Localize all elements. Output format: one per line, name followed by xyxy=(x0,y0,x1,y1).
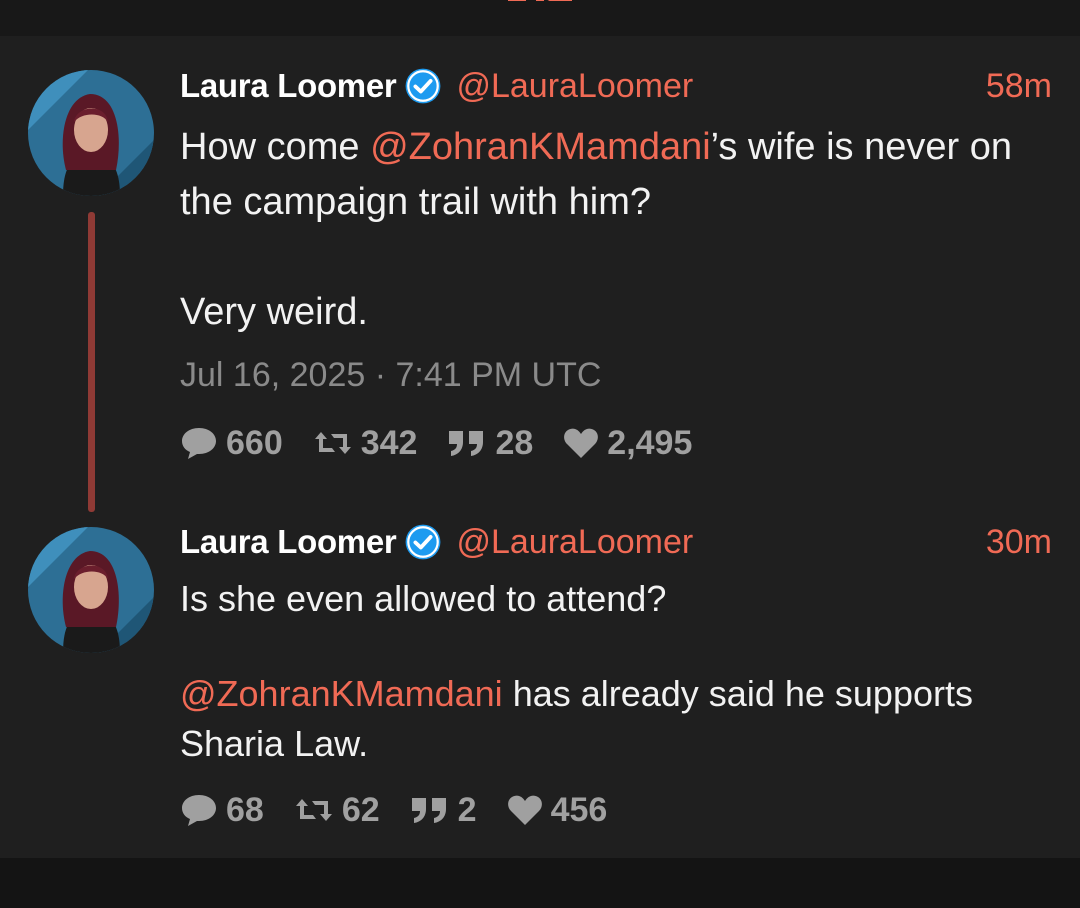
tweet-text: How come @ZohranKMamdani’s wife is never… xyxy=(180,120,1060,340)
quote-stat[interactable]: 28 xyxy=(447,424,533,463)
retweet-stat[interactable]: 62 xyxy=(294,791,380,830)
verified-badge-icon xyxy=(406,524,441,560)
heart-icon xyxy=(507,795,542,825)
author-handle[interactable]: @LauraLoomer xyxy=(456,523,693,562)
tweet-header: Laura Loomer @LauraLoomer 58m xyxy=(180,66,1052,106)
tweet-paragraph: Is she even allowed to attend? xyxy=(180,578,667,619)
verified-badge-icon xyxy=(406,68,441,104)
tweet-paragraph: @ZohranKMamdani has already said he supp… xyxy=(180,669,1060,769)
like-count: 2,495 xyxy=(607,423,693,462)
like-count: 456 xyxy=(550,790,608,829)
retweet-stat[interactable]: 342 xyxy=(313,423,418,463)
tweet-paragraph: Very weird. xyxy=(180,291,368,333)
quote-count: 2 xyxy=(457,790,477,829)
tweet-text-segment: How come xyxy=(180,126,371,168)
quote-icon xyxy=(411,798,446,823)
retweet-count: 342 xyxy=(360,423,418,462)
retweet-icon xyxy=(295,799,332,821)
tweet-header: Laura Loomer @LauraLoomer 30m xyxy=(180,522,1052,562)
author-handle[interactable]: @LauraLoomer xyxy=(456,67,693,106)
tweet-paragraph: How come @ZohranKMamdani’s wife is never… xyxy=(180,120,1060,230)
tweet-text: Is she even allowed to attend? @ZohranKM… xyxy=(180,574,1060,769)
reply-count: 660 xyxy=(226,423,283,462)
comment-icon xyxy=(182,428,216,459)
tweet-age[interactable]: 30m xyxy=(986,523,1052,562)
author-name[interactable]: Laura Loomer xyxy=(180,523,397,561)
retweet-icon xyxy=(314,432,351,454)
like-stat[interactable]: 2,495 xyxy=(563,424,692,463)
top-nav-bar xyxy=(0,0,1080,36)
reply-stat[interactable]: 68 xyxy=(180,791,264,830)
quote-count: 28 xyxy=(495,423,534,462)
like-stat[interactable]: 456 xyxy=(507,790,608,830)
tweet-age[interactable]: 58m xyxy=(986,67,1052,106)
reply-count: 68 xyxy=(226,790,264,829)
reply-stat[interactable]: 660 xyxy=(180,424,283,463)
tweet-stats: 68 62 2 456 xyxy=(180,790,637,830)
retweet-count: 62 xyxy=(341,790,380,829)
avatar[interactable] xyxy=(28,527,154,653)
tweet-stats: 660 342 28 2,495 xyxy=(180,423,722,463)
tweet-date[interactable]: Jul 16, 2025 · 7:41 PM UTC xyxy=(180,356,601,395)
quote-icon xyxy=(449,431,484,456)
author-name[interactable]: Laura Loomer xyxy=(180,67,397,105)
quote-stat[interactable]: 2 xyxy=(410,791,477,830)
thread-connector xyxy=(88,212,95,512)
bottom-bar xyxy=(0,858,1080,908)
avatar[interactable] xyxy=(28,70,154,196)
mention-link[interactable]: @ZohranKMamdani xyxy=(370,126,711,168)
mention-link[interactable]: @ZohranKMamdani xyxy=(180,673,503,714)
nitter-logo-icon[interactable] xyxy=(506,0,576,10)
comment-icon xyxy=(182,795,216,826)
heart-icon xyxy=(564,428,599,458)
